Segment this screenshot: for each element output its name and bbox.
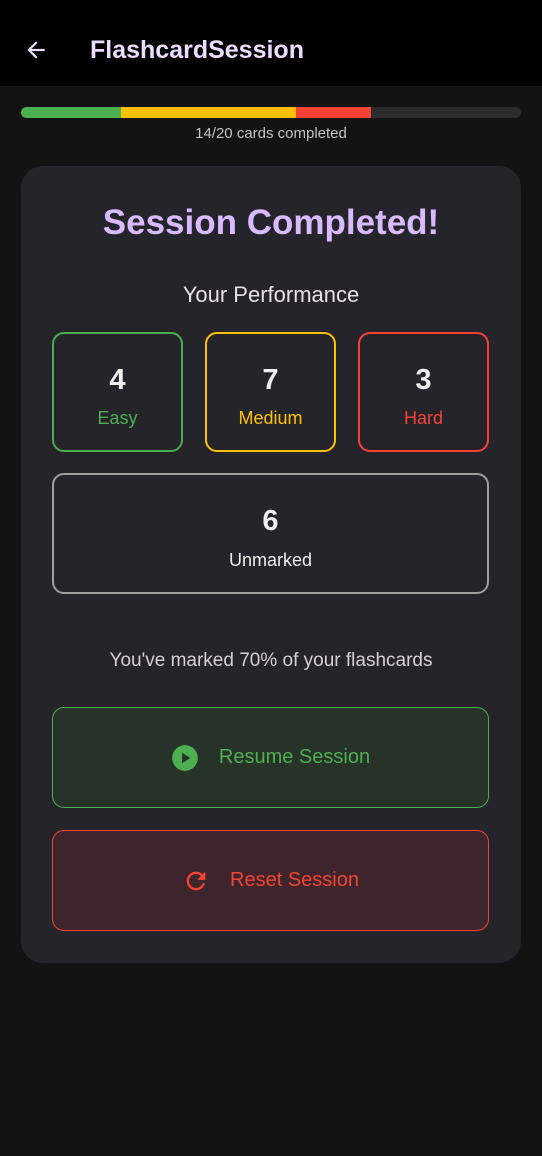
stat-medium-label: Medium (238, 408, 303, 428)
page-title: FlashcardSession (90, 36, 304, 64)
marked-percentage-text: You've marked 70% of your flashcards (109, 650, 433, 671)
reset-session-button[interactable]: Reset Session (52, 830, 489, 931)
progress-label: 14/20 cards completed (195, 125, 347, 142)
performance-heading: Your Performance (182, 282, 360, 307)
stat-easy: 4 Easy (52, 332, 183, 452)
stat-easy-value: 4 (109, 364, 126, 396)
progress-segment-hard (296, 107, 371, 118)
play-circle-icon (171, 744, 199, 772)
session-completed-title: Session Completed! (102, 203, 440, 242)
app-bar: FlashcardSession (0, 0, 542, 86)
stat-hard-label: Hard (403, 408, 443, 428)
session-progress-bar (21, 107, 521, 118)
arrow-left-icon (27, 41, 45, 59)
stat-medium: 7 Medium (205, 332, 336, 452)
back-button[interactable] (14, 26, 58, 74)
stat-medium-value: 7 (262, 364, 279, 396)
refresh-icon (182, 867, 210, 895)
stat-unmarked-value: 6 (262, 505, 279, 537)
progress-segment-easy (21, 107, 121, 118)
stat-hard: 3 Hard (358, 332, 489, 452)
stat-unmarked-label: Unmarked (228, 550, 313, 570)
resume-session-label: Resume Session (218, 746, 371, 768)
stat-easy-label: Easy (97, 408, 138, 428)
reset-session-label: Reset Session (230, 869, 359, 891)
resume-session-button[interactable]: Resume Session (52, 707, 489, 808)
stat-hard-value: 3 (415, 364, 432, 396)
stat-unmarked: 6 Unmarked (52, 473, 489, 594)
progress-segment-medium (121, 107, 296, 118)
